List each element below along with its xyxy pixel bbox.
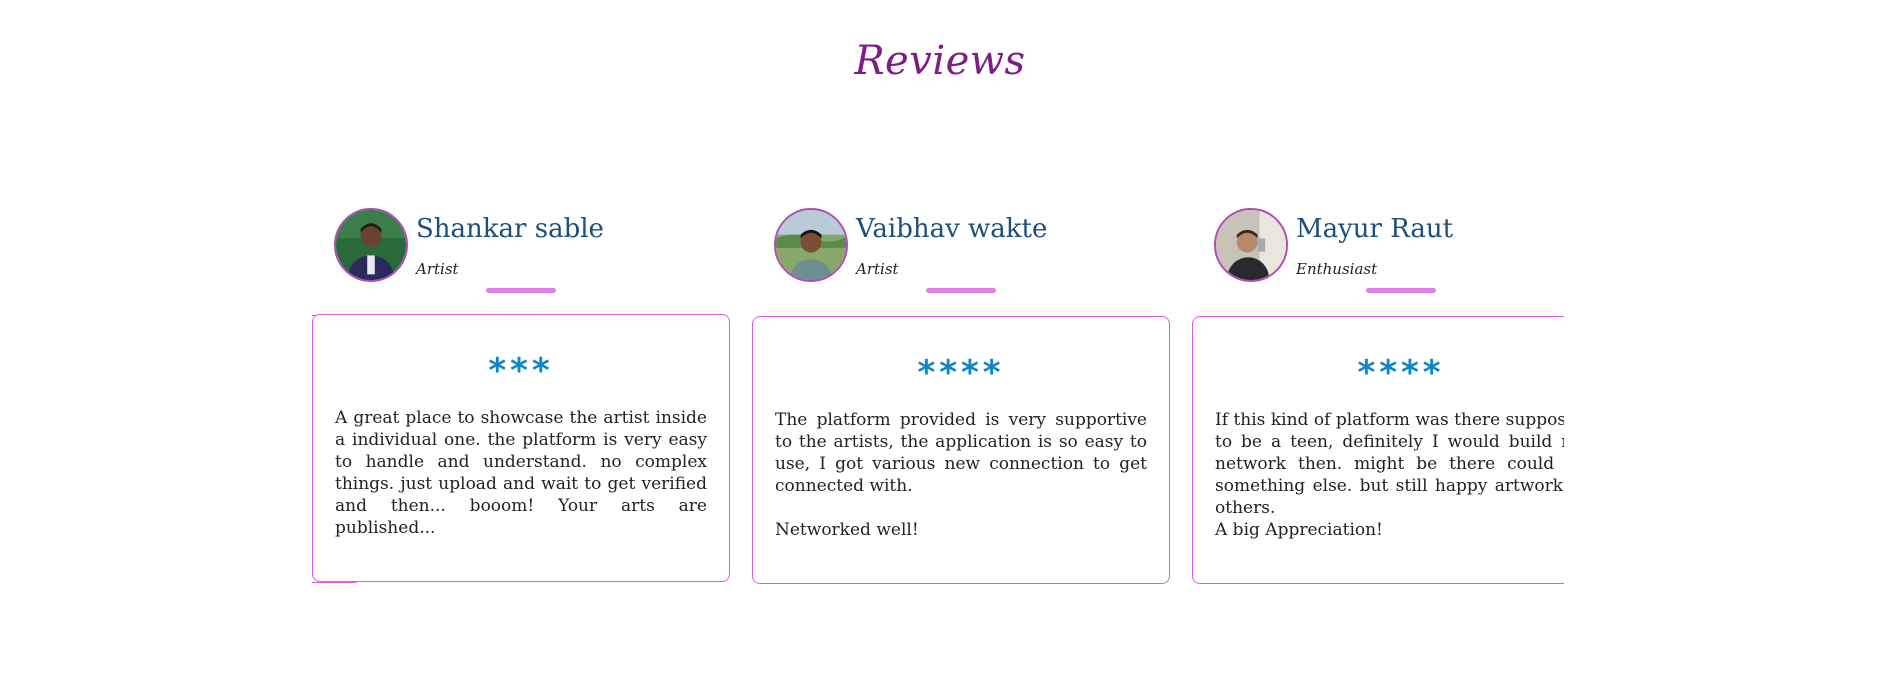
review-slide[interactable]: Mayur Raut Enthusiast **** If this kind … (1192, 200, 1564, 590)
review-slide[interactable]: Shankar sable Artist *** A great place t… (312, 200, 730, 590)
reviewer-name: Mayur Raut (1296, 214, 1454, 244)
reviewer-role: Enthusiast (1296, 260, 1378, 278)
name-underline (486, 288, 556, 293)
name-underline (926, 288, 996, 293)
reviewer-name: Shankar sable (416, 214, 604, 244)
review-card: **** The platform provided is very suppo… (752, 316, 1170, 584)
star-rating: **** (917, 353, 1005, 393)
reviews-carousel[interactable]: s. ts or Shankar sable Artist (312, 200, 1564, 600)
review-slide[interactable]: Vaibhav wakte Artist **** The platform p… (752, 200, 1170, 590)
reviewer-header: Vaibhav wakte Artist (774, 208, 1154, 293)
star-rating: *** (488, 351, 554, 391)
review-text: The platform provided is very supportive… (775, 410, 1147, 540)
avatar (1214, 208, 1288, 282)
review-card: *** A great place to showcase the artist… (312, 314, 730, 582)
reviewer-role: Artist (856, 260, 899, 278)
review-card: **** If this kind of platform was there … (1192, 316, 1564, 584)
reviewer-role: Artist (416, 260, 459, 278)
avatar-photo-icon (776, 210, 846, 280)
section-title: Reviews (854, 38, 1026, 84)
name-underline (1366, 288, 1436, 293)
avatar-photo-icon (1216, 210, 1286, 280)
review-text: If this kind of platform was there suppo… (1215, 410, 1564, 540)
reviewer-header: Mayur Raut Enthusiast (1214, 208, 1564, 293)
reviewer-name: Vaibhav wakte (856, 214, 1048, 244)
review-text: A great place to showcase the artist ins… (335, 408, 707, 538)
avatar (774, 208, 848, 282)
avatar-photo-icon (336, 210, 406, 280)
star-rating: **** (1357, 353, 1445, 393)
avatar (334, 208, 408, 282)
reviewer-header: Shankar sable Artist (334, 208, 714, 293)
